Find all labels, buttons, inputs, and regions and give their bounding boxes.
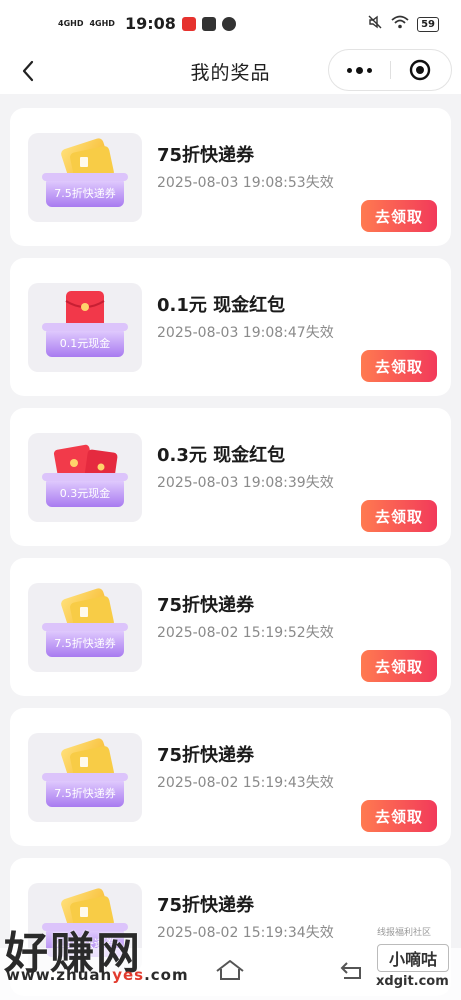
close-miniprogram-button[interactable]: [409, 59, 431, 81]
prize-card: 7.5折快递券 75折快递券 2025-08-03 19:08:53失效去领取: [10, 108, 451, 246]
claim-button[interactable]: 去领取: [361, 500, 437, 532]
more-button[interactable]: [329, 50, 390, 90]
coupon-icon: [42, 588, 128, 657]
prize-card: 7.5折快递券 75折快递券 2025-08-02 15:19:52失效去领取: [10, 558, 451, 696]
status-bar: 4GHD 4GHD 19:08 59: [0, 0, 461, 48]
prize-name: 75折快递券: [157, 595, 255, 616]
battery-indicator: 59: [417, 16, 439, 32]
claim-button[interactable]: 去领取: [361, 650, 437, 682]
claim-button[interactable]: 去领取: [361, 200, 437, 232]
thumbnail-label: 0.3元现金: [59, 487, 111, 500]
prize-name: 0.3元 现金红包: [157, 445, 286, 466]
prize-expiry: 2025-08-02 15:19:43失效: [157, 775, 334, 791]
coupon-icon: [42, 138, 128, 207]
signal-2: 4GHD: [89, 18, 115, 28]
thumbnail-label: 0.1元现金: [59, 337, 111, 350]
home-nav-button[interactable]: [214, 958, 246, 982]
back-nav-button[interactable]: [338, 960, 366, 982]
prize-expiry: 2025-08-03 19:08:47失效: [157, 325, 334, 341]
coupon-icon: [42, 738, 128, 807]
claim-button[interactable]: 去领取: [361, 350, 437, 382]
prize-thumbnail: 0.1元现金: [28, 283, 142, 372]
prize-name: 0.1元 现金红包: [157, 295, 286, 316]
watermark-subtitle: 线报福利社区: [377, 928, 432, 938]
thumbnail-label: 7.5折快递券: [54, 637, 116, 650]
prize-thumbnail: 0.3元现金: [28, 433, 142, 522]
prize-name: 75折快递券: [157, 145, 255, 166]
prize-card: 7.5折快递券 75折快递券 2025-08-02 15:19:43失效去领取: [10, 708, 451, 846]
capsule-divider: [390, 61, 391, 79]
prize-thumbnail: 7.5折快递券: [28, 133, 142, 222]
wifi-icon: [391, 15, 409, 33]
clock: 19:08: [124, 14, 176, 33]
prize-expiry: 2025-08-02 15:19:52失效: [157, 625, 334, 641]
thumbnail-label: 7.5折快递券: [54, 187, 116, 200]
prize-thumbnail: 7.5折快递券: [28, 583, 142, 672]
prize-expiry: 2025-08-03 19:08:53失效: [157, 175, 334, 191]
prize-expiry: 2025-08-03 19:08:39失效: [157, 475, 334, 491]
prize-thumbnail: 7.5折快递券: [28, 733, 142, 822]
prize-expiry: 2025-08-02 15:19:34失效: [157, 925, 334, 941]
claim-button[interactable]: 去领取: [361, 800, 437, 832]
red-envelope-icon: [42, 291, 128, 357]
prize-name: 75折快递券: [157, 745, 255, 766]
watermark-url: www.zhuanyes.com: [6, 966, 189, 984]
watermark-box: 小嘀咕: [377, 944, 449, 972]
prize-card: 0.3元现金 0.3元 现金红包 2025-08-03 19:08:39失效去领取: [10, 408, 451, 546]
nav-bar: 我的奖品: [0, 48, 461, 94]
message-notification-icon: [201, 16, 216, 31]
thumbnail-label: 7.5折快递券: [54, 787, 116, 800]
signal-1: 4GHD: [58, 18, 84, 28]
return-icon: [340, 962, 361, 979]
prize-card: 0.1元现金 0.1元 现金红包 2025-08-03 19:08:47失效去领取: [10, 258, 451, 396]
home-icon: [216, 960, 244, 980]
chat-notification-icon: [221, 16, 236, 31]
mute-icon: [367, 14, 383, 34]
weibo-notification-icon: [181, 16, 196, 31]
target-icon: [409, 59, 431, 81]
miniprogram-capsule: [328, 49, 452, 91]
red-envelope-icon: [42, 444, 128, 507]
watermark-url-2: xdgit.com: [376, 974, 449, 989]
prize-name: 75折快递券: [157, 895, 255, 916]
